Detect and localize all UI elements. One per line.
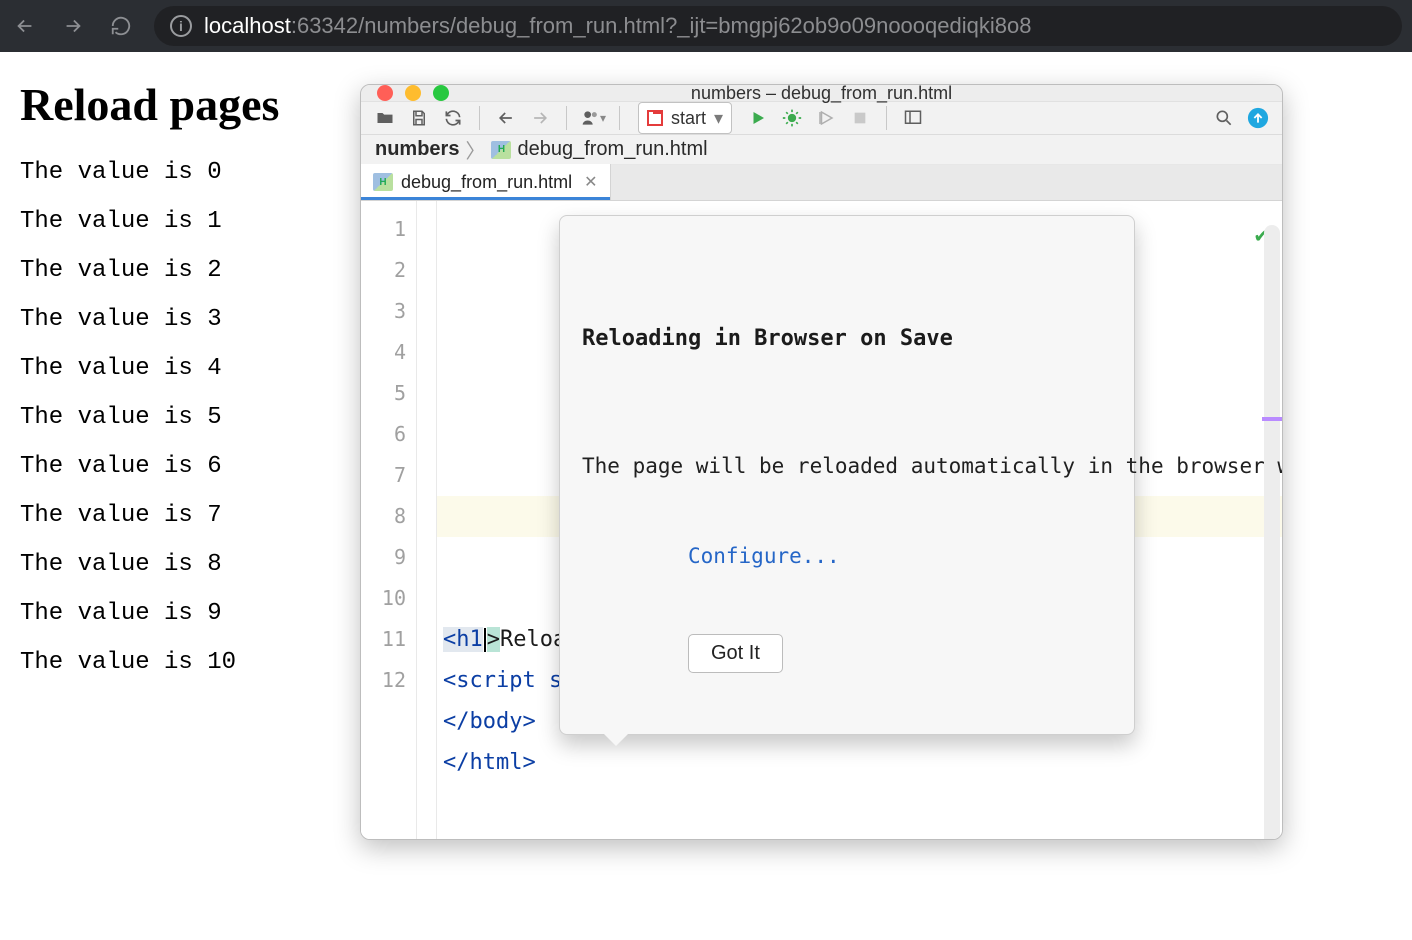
nav-back-icon[interactable] bbox=[492, 104, 520, 132]
minimize-window-icon[interactable] bbox=[405, 85, 421, 101]
layout-icon[interactable] bbox=[899, 104, 927, 132]
close-tab-icon[interactable]: ✕ bbox=[584, 172, 597, 192]
main-toolbar: ▾ start ▾ bbox=[361, 102, 1282, 135]
editor-tabs: H debug_from_run.html ✕ bbox=[361, 165, 1282, 201]
address-bar[interactable]: i localhost:63342/numbers/debug_from_run… bbox=[154, 6, 1402, 46]
hint-popup: Reloading in Browser on Save The page wi… bbox=[559, 215, 1135, 735]
reload-button[interactable] bbox=[106, 11, 136, 41]
save-icon[interactable] bbox=[405, 104, 433, 132]
search-icon[interactable] bbox=[1210, 104, 1238, 132]
html-file-icon: H bbox=[373, 173, 393, 191]
chevron-right-icon: 〉 bbox=[465, 135, 485, 164]
coverage-icon[interactable] bbox=[812, 104, 840, 132]
editor-scrollbar[interactable] bbox=[1264, 225, 1280, 840]
url-host: localhost bbox=[204, 13, 291, 38]
sync-icon[interactable] bbox=[439, 104, 467, 132]
breadcrumb: numbers 〉 H debug_from_run.html bbox=[361, 135, 1282, 165]
run-config-icon bbox=[647, 110, 663, 126]
window-title: numbers – debug_from_run.html bbox=[691, 84, 952, 104]
configure-link[interactable]: Configure... bbox=[688, 536, 840, 577]
line-gutter: 123456789101112 bbox=[361, 201, 417, 840]
popup-title: Reloading in Browser on Save bbox=[582, 318, 1112, 359]
url-path: :63342/numbers/debug_from_run.html?_ijt=… bbox=[291, 13, 1032, 38]
close-window-icon[interactable] bbox=[377, 85, 393, 101]
debug-button[interactable] bbox=[778, 104, 806, 132]
run-config-label: start bbox=[671, 108, 706, 129]
file-tab[interactable]: H debug_from_run.html ✕ bbox=[361, 164, 611, 200]
code-area[interactable]: <h1>Reload pages on save</h1> <script sr… bbox=[437, 201, 1282, 840]
run-button[interactable] bbox=[744, 104, 772, 132]
site-info-icon[interactable]: i bbox=[170, 15, 192, 37]
nav-forward-icon[interactable] bbox=[526, 104, 554, 132]
zoom-window-icon[interactable] bbox=[433, 85, 449, 101]
fold-gutter bbox=[417, 201, 437, 840]
breadcrumb-file[interactable]: debug_from_run.html bbox=[517, 138, 707, 161]
html-file-icon: H bbox=[491, 141, 511, 159]
breadcrumb-project[interactable]: numbers bbox=[375, 138, 459, 161]
ide-window: numbers – debug_from_run.html ▾ start ▾ … bbox=[360, 84, 1283, 840]
titlebar[interactable]: numbers – debug_from_run.html bbox=[361, 85, 1282, 102]
update-icon[interactable] bbox=[1244, 104, 1272, 132]
chevron-down-icon: ▾ bbox=[714, 108, 723, 129]
popup-body: The page will be reloaded automatically … bbox=[582, 451, 1112, 481]
back-button[interactable] bbox=[10, 11, 40, 41]
stop-button[interactable] bbox=[846, 104, 874, 132]
got-it-button[interactable]: Got It bbox=[688, 634, 783, 673]
open-icon[interactable] bbox=[371, 104, 399, 132]
browser-toolbar: i localhost:63342/numbers/debug_from_run… bbox=[0, 0, 1412, 52]
run-config-dropdown[interactable]: start ▾ bbox=[638, 102, 732, 134]
users-icon[interactable]: ▾ bbox=[579, 104, 607, 132]
code-editor[interactable]: 123456789101112 <h1>Reload pages on save… bbox=[361, 201, 1282, 840]
file-tab-label: debug_from_run.html bbox=[401, 172, 572, 193]
scrollbar-marker bbox=[1262, 417, 1282, 421]
forward-button[interactable] bbox=[58, 11, 88, 41]
